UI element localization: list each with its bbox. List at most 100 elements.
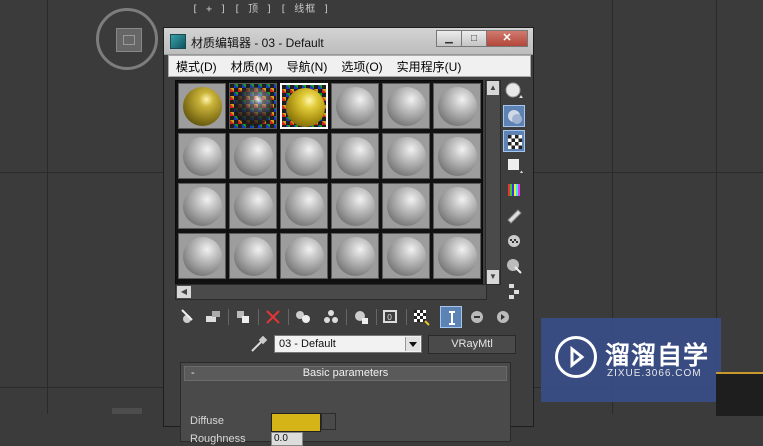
assign-material-icon[interactable] (232, 306, 254, 328)
maximize-button[interactable]: □ (461, 30, 487, 47)
delete-icon[interactable] (262, 306, 284, 328)
material-preview-sphere (438, 87, 477, 126)
material-slot[interactable] (331, 83, 379, 129)
material-slot[interactable] (433, 183, 481, 229)
menu-options[interactable]: 选项(O) (334, 56, 389, 76)
rollout-header[interactable]: - Basic parameters (184, 366, 507, 381)
slots-vertical-scrollbar[interactable]: ▲ ▼ (485, 80, 501, 285)
material-preview-sphere (285, 237, 324, 276)
make-preview-icon[interactable] (503, 205, 525, 227)
roughness-spinner[interactable]: 0.0 (271, 432, 303, 446)
material-preview-sphere (336, 137, 375, 176)
chevron-down-icon[interactable] (405, 337, 420, 351)
scroll-down-arrow-icon[interactable]: ▼ (487, 270, 499, 284)
viewcube[interactable] (96, 8, 158, 70)
material-map-navigator-icon[interactable] (503, 280, 525, 302)
options-icon[interactable] (503, 230, 525, 252)
material-preview-sphere (387, 87, 426, 126)
eyedropper-icon[interactable] (249, 334, 269, 354)
menu-utilities[interactable]: 实用程序(U) (390, 56, 469, 76)
show-shaded-material-icon[interactable] (410, 306, 432, 328)
scroll-left-arrow-icon[interactable]: ◀ (177, 286, 191, 298)
material-slot[interactable] (331, 133, 379, 179)
material-slot[interactable] (229, 183, 277, 229)
sample-uv-tiling-icon[interactable] (503, 155, 525, 177)
material-slot[interactable] (178, 183, 226, 229)
material-preview-sphere (285, 187, 324, 226)
material-slot[interactable] (280, 133, 328, 179)
material-preview-sphere (336, 237, 375, 276)
material-id-channel-icon[interactable]: 0 (380, 306, 402, 328)
material-slot[interactable] (280, 233, 328, 279)
material-slot[interactable] (382, 133, 430, 179)
material-slot[interactable] (280, 83, 328, 129)
viewport-object (112, 408, 142, 414)
diffuse-label: Diffuse (190, 415, 225, 427)
material-preview-sphere (234, 237, 273, 276)
video-color-check-icon[interactable] (503, 180, 525, 202)
material-slot[interactable] (229, 133, 277, 179)
play-logo-icon (555, 336, 597, 378)
viewport-corner-panel (716, 372, 763, 416)
viewport-label[interactable]: [ + ] [ 顶 ] [ 线框 ] (192, 0, 330, 15)
material-preview-sphere (183, 187, 222, 226)
make-unique-icon[interactable] (320, 306, 342, 328)
window-controls: ▁ □ ✕ (436, 30, 528, 47)
diffuse-color-swatch[interactable] (271, 413, 321, 432)
collapse-icon[interactable]: - (191, 367, 195, 380)
menu-navigation[interactable]: 导航(N) (280, 56, 335, 76)
watermark-subtitle: ZIXUE.3066.COM (607, 368, 702, 379)
material-slot[interactable] (229, 233, 277, 279)
watermark: 溜溜自学 ZIXUE.3066.COM (541, 318, 721, 402)
svg-text:0: 0 (387, 313, 392, 322)
get-material-icon[interactable] (178, 306, 200, 328)
go-to-parent-icon[interactable] (466, 306, 488, 328)
material-slot[interactable] (280, 183, 328, 229)
scroll-up-arrow-icon[interactable]: ▲ (487, 81, 499, 95)
material-editor-window: 材质编辑器 - 03 - Default ▁ □ ✕ 模式(D) 材质(M) 导… (163, 27, 534, 446)
basic-parameters-rollout: - Basic parameters Diffuse Roughness 0.0 (180, 362, 511, 446)
material-slot[interactable] (178, 133, 226, 179)
app-icon (170, 34, 186, 49)
material-preview-sphere (387, 137, 426, 176)
material-slot[interactable] (433, 233, 481, 279)
material-slot[interactable] (331, 183, 379, 229)
minimize-button[interactable]: ▁ (436, 30, 462, 47)
sample-type-icon[interactable] (503, 80, 525, 102)
window-title: 材质编辑器 - 03 - Default (191, 36, 324, 50)
material-slot[interactable] (382, 233, 430, 279)
viewcube-face[interactable] (116, 28, 142, 52)
slots-horizontal-scrollbar[interactable]: ◀ (175, 284, 487, 300)
select-by-material-icon[interactable] (503, 255, 525, 277)
put-to-library-icon[interactable] (350, 306, 372, 328)
backlight-icon[interactable] (503, 105, 525, 127)
put-material-to-scene-icon[interactable] (202, 306, 224, 328)
material-preview-sphere (336, 187, 375, 226)
material-slot[interactable] (178, 233, 226, 279)
close-button[interactable]: ✕ (486, 30, 528, 47)
menu-mode[interactable]: 模式(D) (169, 56, 224, 76)
material-slot[interactable] (433, 83, 481, 129)
material-type-button[interactable]: VRayMtl (428, 335, 516, 354)
material-slot[interactable] (433, 133, 481, 179)
material-preview-sphere (234, 187, 273, 226)
go-forward-sibling-icon[interactable] (492, 306, 514, 328)
bottom-toolbar: 0 (174, 306, 524, 330)
material-name-field[interactable]: 03 - Default (274, 335, 422, 353)
material-preview-sphere (285, 137, 324, 176)
diffuse-map-button[interactable] (321, 413, 336, 430)
copy-material-icon[interactable] (292, 306, 314, 328)
material-preview-sphere (234, 87, 273, 126)
material-slot[interactable] (229, 83, 277, 129)
material-slot[interactable] (178, 83, 226, 129)
show-end-result-icon[interactable] (440, 306, 462, 328)
background-checker-icon[interactable] (503, 130, 525, 152)
material-preview-sphere (183, 237, 222, 276)
material-slot[interactable] (331, 233, 379, 279)
material-preview-sphere (183, 87, 222, 126)
material-preview-sphere (336, 87, 375, 126)
title-bar[interactable]: 材质编辑器 - 03 - Default ▁ □ ✕ (164, 28, 533, 55)
menu-material[interactable]: 材质(M) (224, 56, 280, 76)
material-slot[interactable] (382, 183, 430, 229)
material-slot[interactable] (382, 83, 430, 129)
